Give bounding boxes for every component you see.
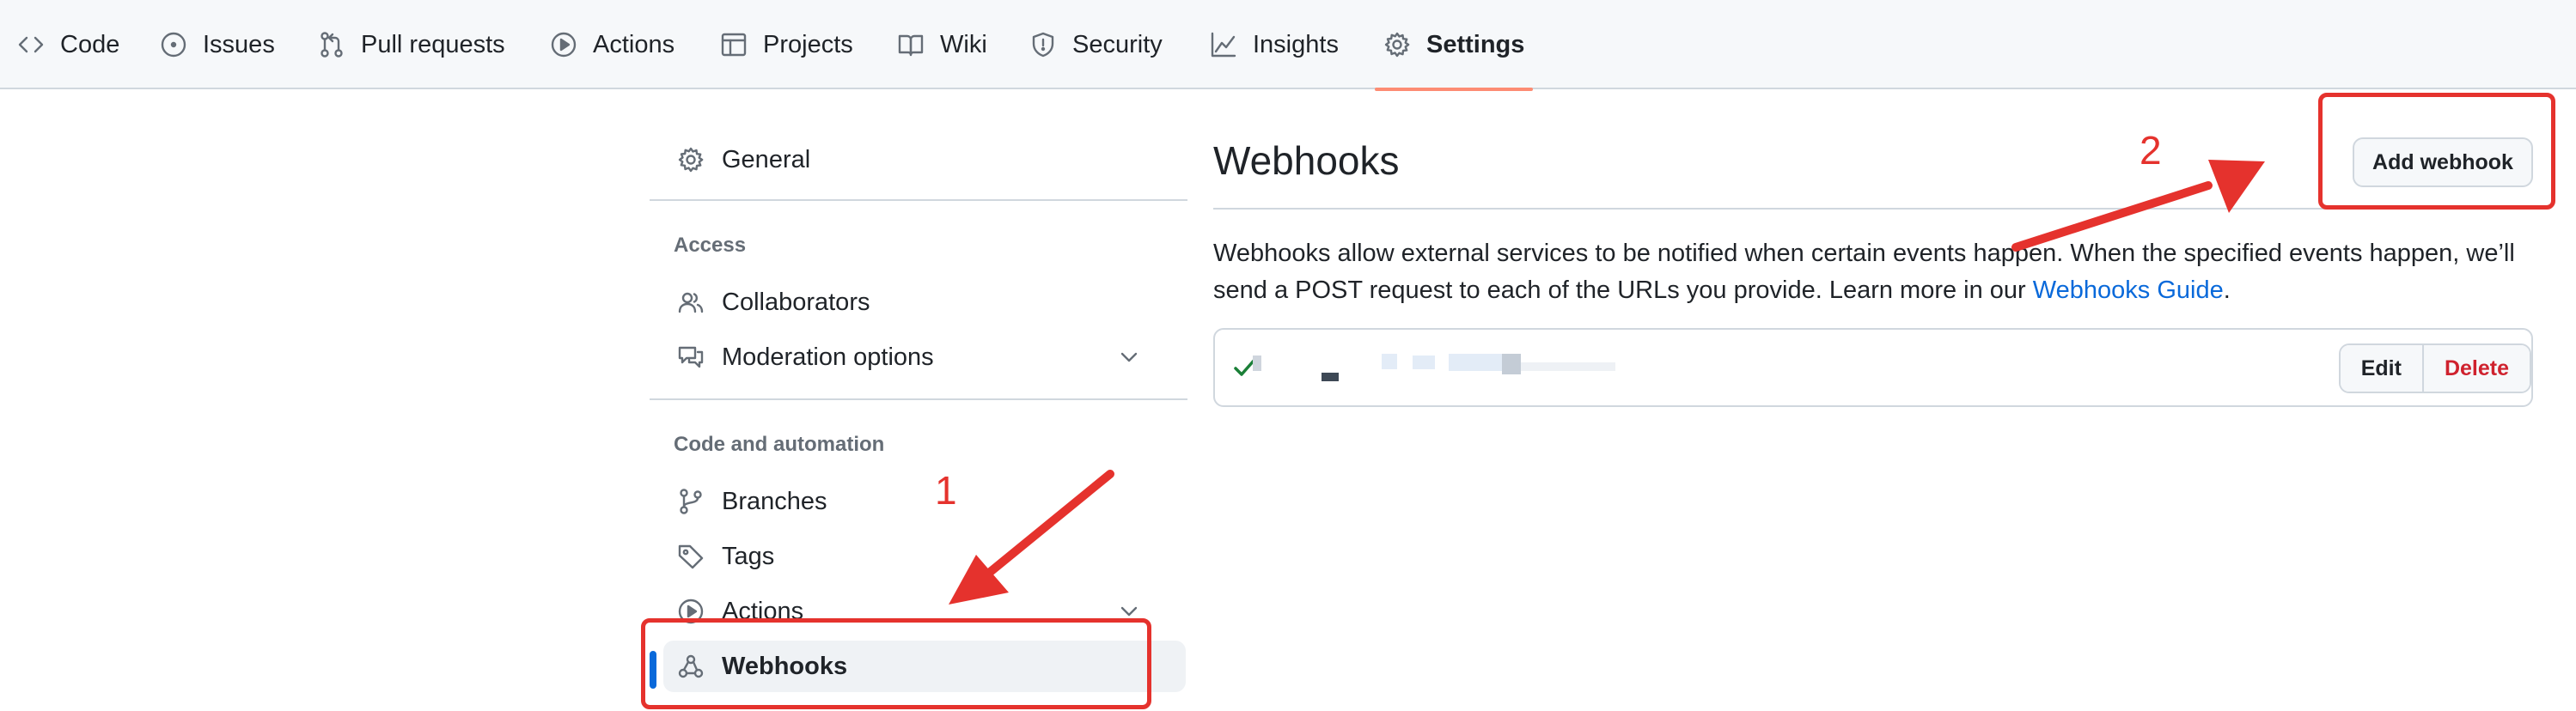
sidebar-item-general[interactable]: General <box>663 134 1157 185</box>
tab-label: Projects <box>763 30 853 58</box>
tab-settings[interactable]: Settings <box>1374 0 1534 91</box>
annotation-number-2: 2 <box>2140 128 2162 173</box>
annotation-number-1: 1 <box>935 468 957 513</box>
play-icon <box>551 32 577 58</box>
tag-icon <box>678 544 704 569</box>
gear-icon <box>1384 32 1410 58</box>
table-icon <box>721 33 747 57</box>
webhook-url-redacted[interactable] <box>1253 350 1657 388</box>
sidebar-heading-automation: Code and automation <box>674 433 885 456</box>
repo-nav: Code Issues Pull requests Actions Projec… <box>0 0 2576 91</box>
tab-label: Security <box>1072 30 1163 58</box>
gear-icon <box>678 147 704 173</box>
tab-insights[interactable]: Insights <box>1210 0 1339 89</box>
tab-code[interactable]: Code <box>17 0 119 89</box>
webhooks-description: Webhooks allow external services to be n… <box>1213 235 2528 309</box>
sidebar-item-label: Branches <box>722 487 827 515</box>
edit-button[interactable]: Edit <box>2340 345 2424 392</box>
people-icon <box>678 292 704 313</box>
sidebar-item-tags[interactable]: Tags <box>663 531 1157 582</box>
tab-label: Settings <box>1426 30 1525 58</box>
sidebar-item-branches[interactable]: Branches <box>663 476 1157 527</box>
book-icon <box>898 34 924 57</box>
comment-discussion-icon <box>678 346 704 368</box>
chevron-down-icon[interactable] <box>1117 345 1141 369</box>
tab-projects[interactable]: Projects <box>720 0 853 89</box>
git-branch-icon <box>680 489 702 514</box>
tab-actions[interactable]: Actions <box>550 0 675 89</box>
tab-label: Pull requests <box>361 30 505 58</box>
tab-label: Insights <box>1253 30 1339 58</box>
annotation-box-webhooks <box>641 618 1151 709</box>
issue-opened-icon <box>161 32 186 58</box>
tab-issues[interactable]: Issues <box>160 0 275 89</box>
tab-pull-requests[interactable]: Pull requests <box>318 0 505 89</box>
sidebar-item-label: Moderation options <box>722 343 934 371</box>
description-end: . <box>2223 276 2231 304</box>
tab-label: Issues <box>203 30 275 58</box>
tab-security[interactable]: Security <box>1029 0 1163 89</box>
webhooks-guide-link[interactable]: Webhooks Guide <box>2033 276 2224 304</box>
sidebar-item-label: Tags <box>722 542 775 570</box>
tab-label: Wiki <box>940 30 987 58</box>
page-title: Webhooks <box>1213 138 1400 183</box>
annotation-box-add-webhook <box>2318 93 2555 210</box>
tab-label: Actions <box>593 30 675 58</box>
sidebar-item-moderation[interactable]: Moderation options <box>663 331 1157 383</box>
tab-wiki[interactable]: Wiki <box>897 0 987 89</box>
sidebar-item-label: General <box>722 145 811 173</box>
code-icon <box>18 36 44 53</box>
sidebar-item-collaborators[interactable]: Collaborators <box>663 276 1157 328</box>
sidebar-heading-access: Access <box>674 234 747 257</box>
delete-button[interactable]: Delete <box>2423 345 2530 392</box>
shield-icon <box>1032 32 1054 58</box>
sidebar-item-label: Collaborators <box>722 288 870 316</box>
graph-icon <box>1211 32 1236 58</box>
git-pull-request-icon <box>320 32 343 58</box>
sidebar-divider <box>650 398 1187 400</box>
webhook-actions: Edit Delete <box>2338 343 2531 393</box>
description-text: Webhooks allow external services to be n… <box>1213 240 2515 304</box>
tab-label: Code <box>60 30 120 58</box>
sidebar-divider <box>650 199 1187 201</box>
webhook-row: Edit Delete <box>1213 328 2533 407</box>
